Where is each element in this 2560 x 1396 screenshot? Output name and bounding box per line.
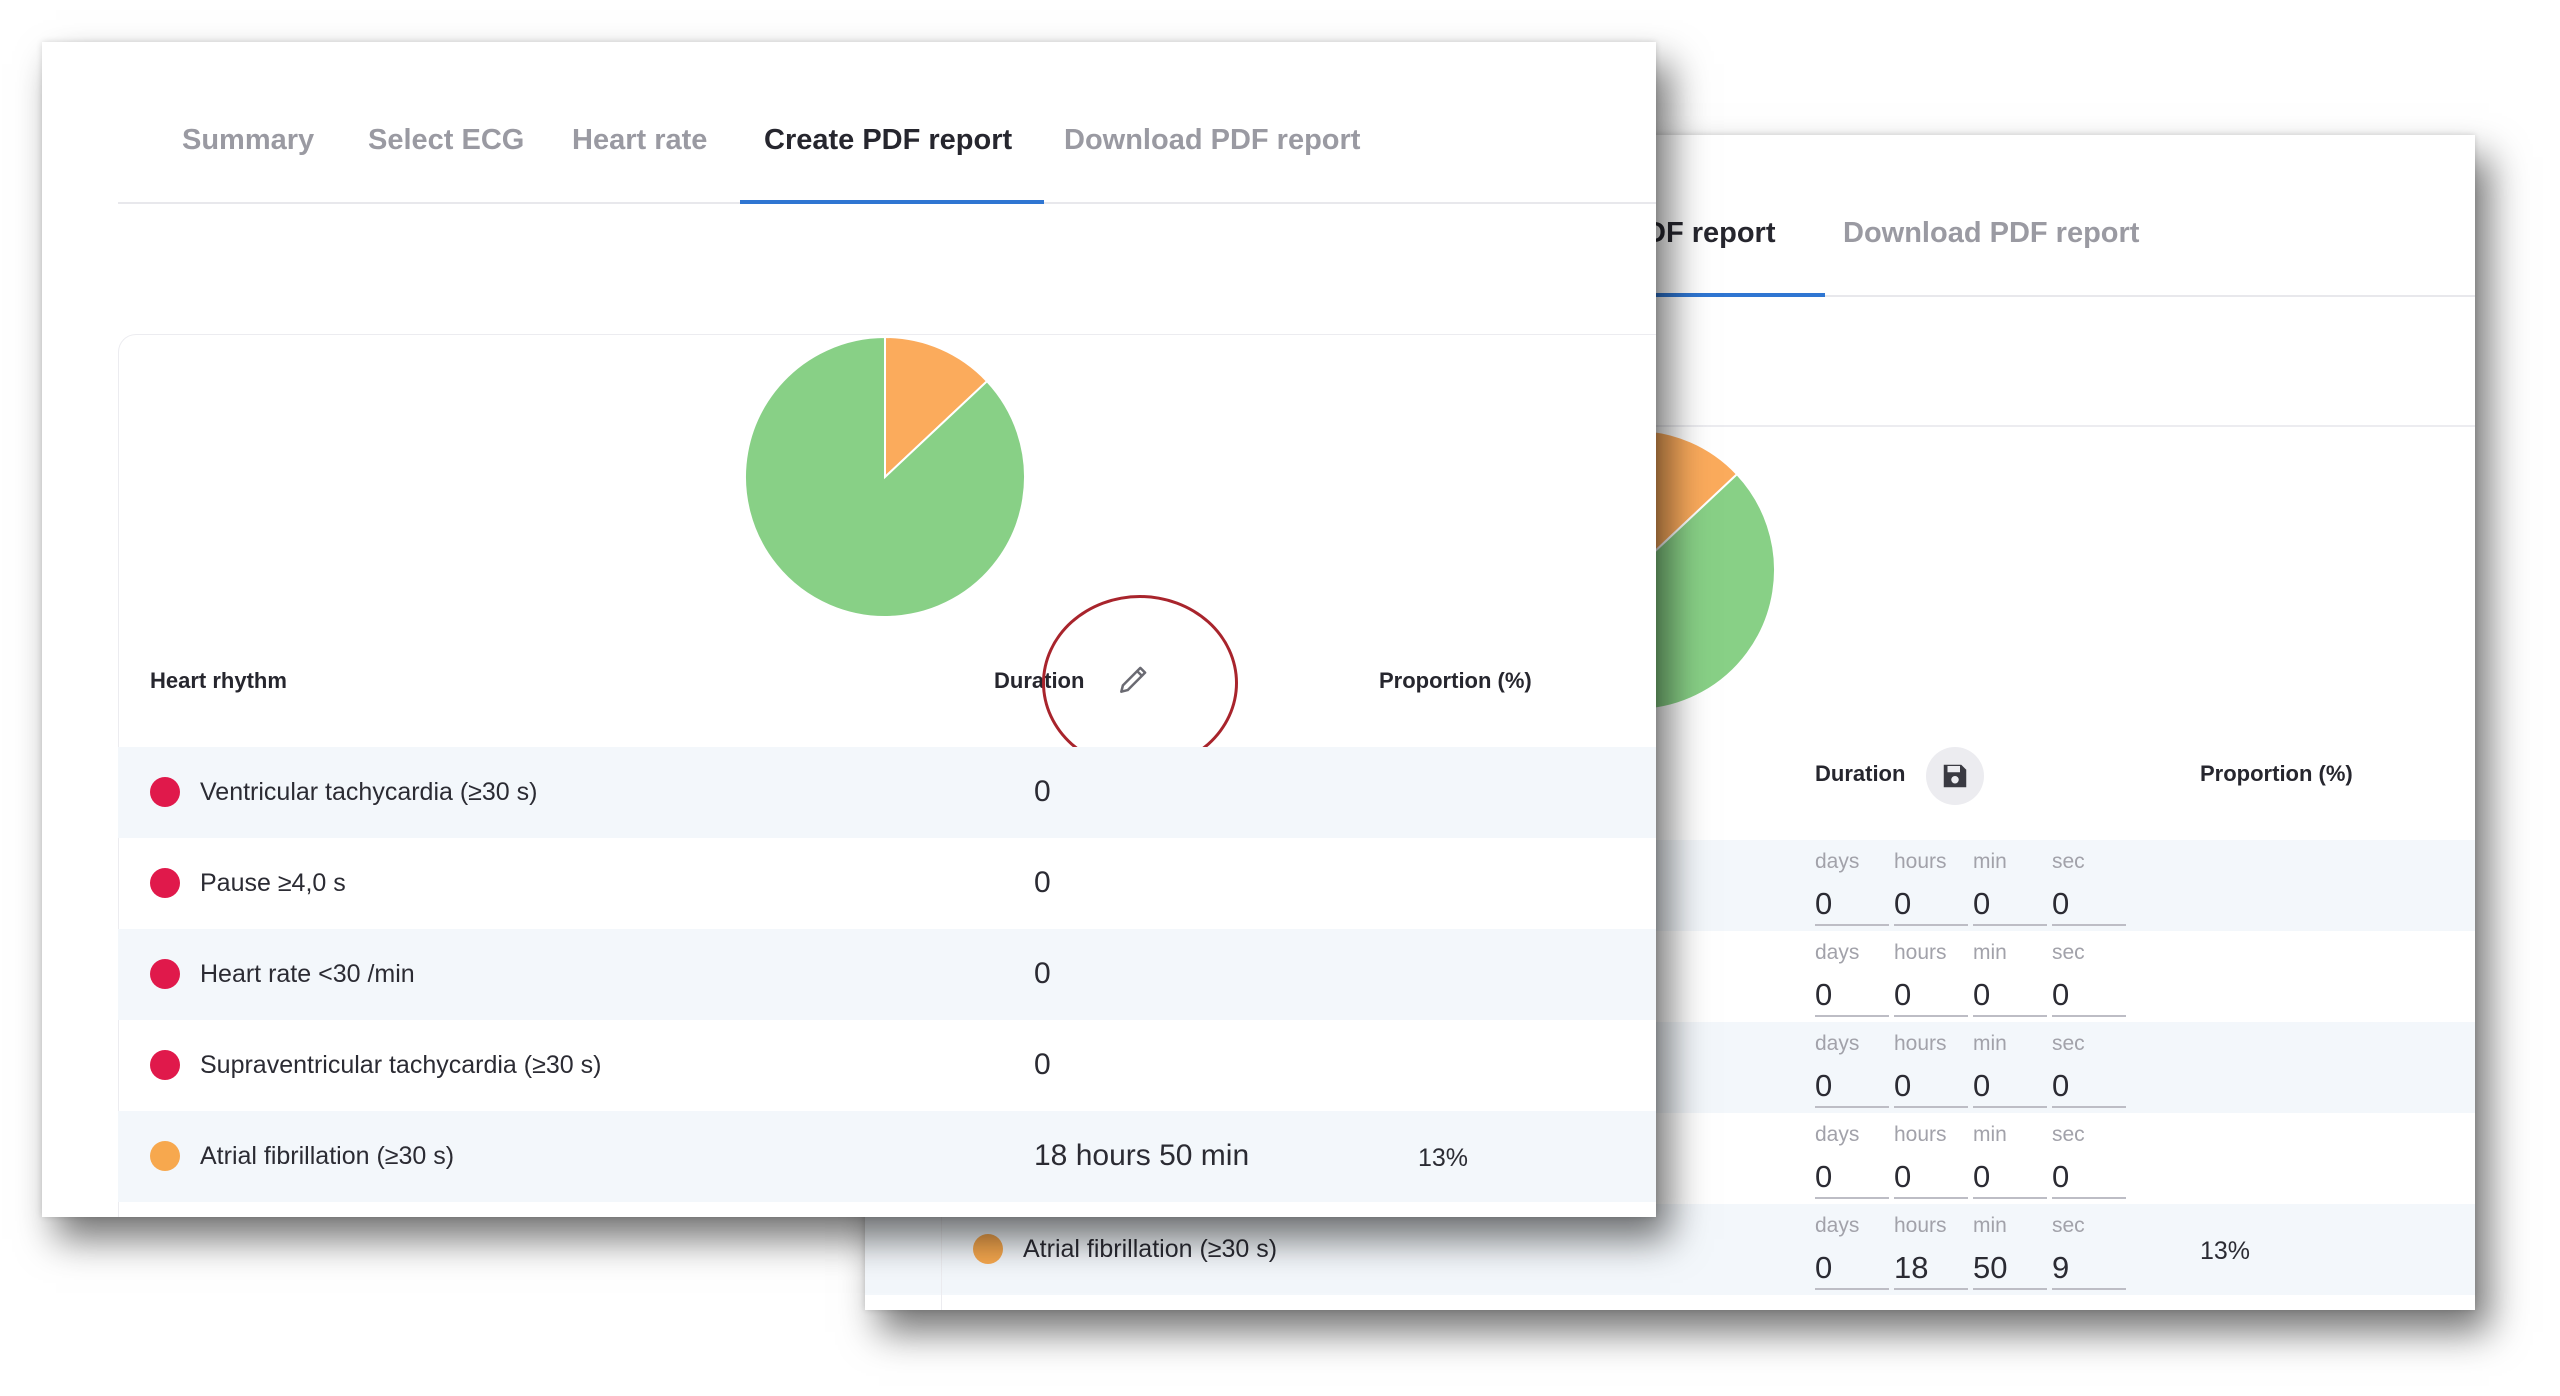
rhythm-label: Heart rate <30 /min <box>200 960 415 988</box>
rhythm-label: Atrial fibrillation (≥30 s) <box>200 1142 455 1170</box>
column-header-heart-rhythm: Heart rhythm <box>150 668 287 693</box>
status-dot <box>150 777 180 807</box>
column-header-proportion: Proportion (%) <box>2200 761 2353 786</box>
status-dot <box>150 868 180 898</box>
unit-label: days <box>1815 1214 1860 1237</box>
unit-label: days <box>1815 1032 1860 1055</box>
unit-label: hours <box>1894 1123 1947 1146</box>
unit-label: min <box>1973 850 2007 873</box>
duration-min-input[interactable]: 0 <box>1973 1157 2047 1199</box>
save-button[interactable] <box>1926 747 1984 805</box>
unit-label: min <box>1973 1214 2007 1237</box>
table-row: days 0 hours 18 min 50 sec 9 13% Atrial fibrillat… <box>865 1204 2475 1295</box>
status-dot <box>150 1141 180 1171</box>
unit-label: sec <box>2052 1123 2085 1146</box>
tab-create-pdf-report[interactable]: Create PDF report <box>764 124 1012 157</box>
active-tab-indicator <box>740 200 1044 204</box>
tab-select-ecg[interactable]: Select ECG <box>368 124 524 157</box>
duration-days-input[interactable]: 0 <box>1815 1066 1889 1108</box>
column-header-duration: Duration <box>994 668 1085 693</box>
duration-value: 0 <box>1034 957 1051 990</box>
rhythm-label: Atrial fibrillation (≥30 s) <box>1023 1235 1278 1263</box>
table-row: Heart rate <30 /min 0 <box>118 929 1656 1020</box>
duration-min-input[interactable]: 0 <box>1973 884 2047 926</box>
duration-hours-input[interactable]: 0 <box>1894 975 1968 1017</box>
duration-days-input[interactable]: 0 <box>1815 975 1889 1017</box>
pencil-icon[interactable] <box>1115 660 1153 698</box>
duration-sec-input[interactable]: 0 <box>2052 1157 2126 1199</box>
duration-sec-input[interactable]: 0 <box>2052 975 2126 1017</box>
duration-value: 0 <box>1034 1048 1051 1081</box>
duration-value: 0 <box>1034 775 1051 808</box>
proportion-value: 13% <box>1418 1144 1469 1172</box>
duration-days-input[interactable]: 0 <box>1815 1248 1889 1290</box>
status-dot <box>973 1234 1003 1264</box>
unit-label: hours <box>1894 1032 1947 1055</box>
floppy-disk-icon <box>1943 764 1967 788</box>
rhythm-label: Supraventricular tachycardia (≥30 s) <box>200 1051 602 1079</box>
table-row: Supraventricular tachycardia (≥30 s) 0 <box>118 1020 1656 1111</box>
unit-label: days <box>1815 1123 1860 1146</box>
tab-summary[interactable]: Summary <box>182 124 314 157</box>
column-header-proportion: Proportion (%) <box>1379 668 1532 693</box>
duration-sec-input[interactable]: 0 <box>2052 884 2126 926</box>
duration-value: 0 <box>1034 866 1051 899</box>
tab-download-pdf-report[interactable]: Download PDF report <box>1843 217 2139 250</box>
unit-label: sec <box>2052 1032 2085 1055</box>
duration-hours-input[interactable]: 0 <box>1894 1066 1968 1108</box>
unit-label: min <box>1973 1032 2007 1055</box>
table-row: Pause ≥4,0 s 0 <box>118 838 1656 929</box>
duration-min-input[interactable]: 0 <box>1973 1066 2047 1108</box>
status-dot <box>150 959 180 989</box>
duration-min-input[interactable]: 0 <box>1973 975 2047 1017</box>
unit-label: min <box>1973 941 2007 964</box>
duration-days-input[interactable]: 0 <box>1815 1157 1889 1199</box>
proportion-value: 13% <box>2200 1237 2251 1265</box>
unit-label: sec <box>2052 850 2085 873</box>
status-dot <box>150 1050 180 1080</box>
duration-hours-input[interactable]: 0 <box>1894 884 1968 926</box>
unit-label: hours <box>1894 850 1947 873</box>
unit-label: days <box>1815 850 1860 873</box>
unit-label: hours <box>1894 1214 1947 1237</box>
view-mode-panel: Summary Select ECG Heart rate Create PDF… <box>42 42 1656 1217</box>
tab-create-pdf-report[interactable]: DF report <box>1645 217 1776 250</box>
duration-sec-input[interactable]: 9 <box>2052 1248 2126 1290</box>
unit-label: sec <box>2052 1214 2085 1237</box>
duration-min-input[interactable]: 50 <box>1973 1248 2047 1290</box>
rhythm-label: Ventricular tachycardia (≥30 s) <box>200 778 538 806</box>
duration-days-input[interactable]: 0 <box>1815 884 1889 926</box>
table-row: Atrial fibrillation (≥30 s) 18 hours 50 m… <box>118 1111 1656 1202</box>
column-header-duration: Duration <box>1815 761 1906 786</box>
duration-hours-input[interactable]: 18 <box>1894 1248 1968 1290</box>
rhythm-label: Pause ≥4,0 s <box>200 869 346 897</box>
table-row: Ventricular tachycardia (≥30 s) 0 <box>118 747 1656 838</box>
unit-label: days <box>1815 941 1860 964</box>
pie-chart <box>745 337 1025 617</box>
tab-download-pdf-report[interactable]: Download PDF report <box>1064 124 1360 157</box>
tab-heart-rate[interactable]: Heart rate <box>572 124 707 157</box>
duration-value: 18 hours 50 min <box>1034 1139 1250 1172</box>
unit-label: min <box>1973 1123 2007 1146</box>
duration-sec-input[interactable]: 0 <box>2052 1066 2126 1108</box>
unit-label: hours <box>1894 941 1947 964</box>
duration-hours-input[interactable]: 0 <box>1894 1157 1968 1199</box>
tab-bar: Summary Select ECG Heart rate Create PDF… <box>118 42 1656 204</box>
unit-label: sec <box>2052 941 2085 964</box>
